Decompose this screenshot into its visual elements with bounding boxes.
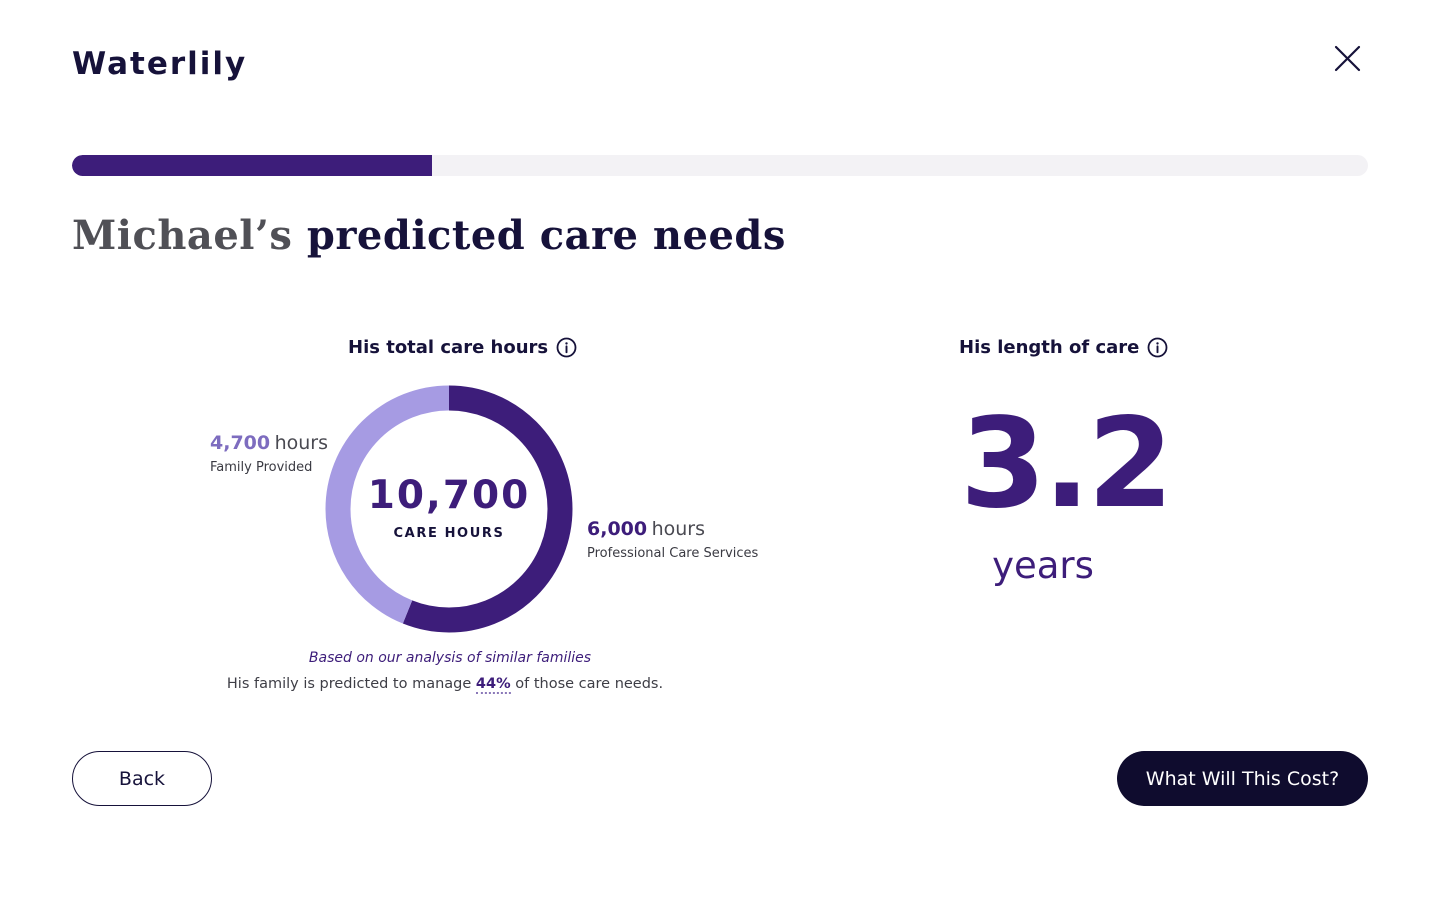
close-icon <box>1334 45 1361 72</box>
length-of-care-unit: years <box>992 544 1094 587</box>
professional-hours-unit: hours <box>651 518 705 540</box>
legend-family: 4,700 hours Family Provided <box>210 432 328 475</box>
summary-text-before: His family is predicted to manage <box>226 676 472 692</box>
summary-text-after: of those care needs. <box>515 676 664 692</box>
length-of-care-heading-text: His length of care <box>959 337 1140 358</box>
total-care-hours-label: CARE HOURS <box>393 526 505 541</box>
page-title-name: Michael’s <box>72 212 293 259</box>
back-button[interactable]: Back <box>72 751 212 806</box>
care-hours-heading: His total care hours <box>348 337 577 358</box>
care-hours-donut-chart: 10,700 CARE HOURS <box>325 385 573 633</box>
length-of-care-value: 3.2 <box>960 392 1174 536</box>
info-icon[interactable] <box>556 337 577 358</box>
total-care-hours-value: 10,700 <box>367 473 531 518</box>
brand-logo: Waterlily <box>72 46 248 82</box>
page-title-rest: predicted care needs <box>306 212 786 259</box>
donut-center: 10,700 CARE HOURS <box>325 385 573 633</box>
family-share-percent[interactable]: 44% <box>475 676 511 694</box>
professional-hours-value: 6,000 <box>587 518 648 540</box>
what-will-this-cost-button[interactable]: What Will This Cost? <box>1117 751 1368 806</box>
family-hours-unit: hours <box>274 432 328 454</box>
professional-hours-label: Professional Care Services <box>587 546 759 561</box>
family-hours-label: Family Provided <box>210 460 313 475</box>
analysis-footnote: Based on our analysis of similar familie… <box>308 650 592 666</box>
legend-professional: 6,000 hours Professional Care Services <box>587 518 758 561</box>
progress-bar-fill <box>72 155 433 176</box>
close-button[interactable] <box>1326 38 1368 80</box>
progress-bar <box>72 155 1368 176</box>
info-icon[interactable] <box>1147 337 1168 358</box>
family-hours-value: 4,700 <box>210 432 271 454</box>
family-share-summary: His family is predicted to manage 44% of… <box>226 676 664 694</box>
care-hours-heading-text: His total care hours <box>348 337 549 358</box>
page-title: Michael’s predicted care needs <box>72 212 786 259</box>
length-of-care-heading: His length of care <box>959 337 1168 358</box>
